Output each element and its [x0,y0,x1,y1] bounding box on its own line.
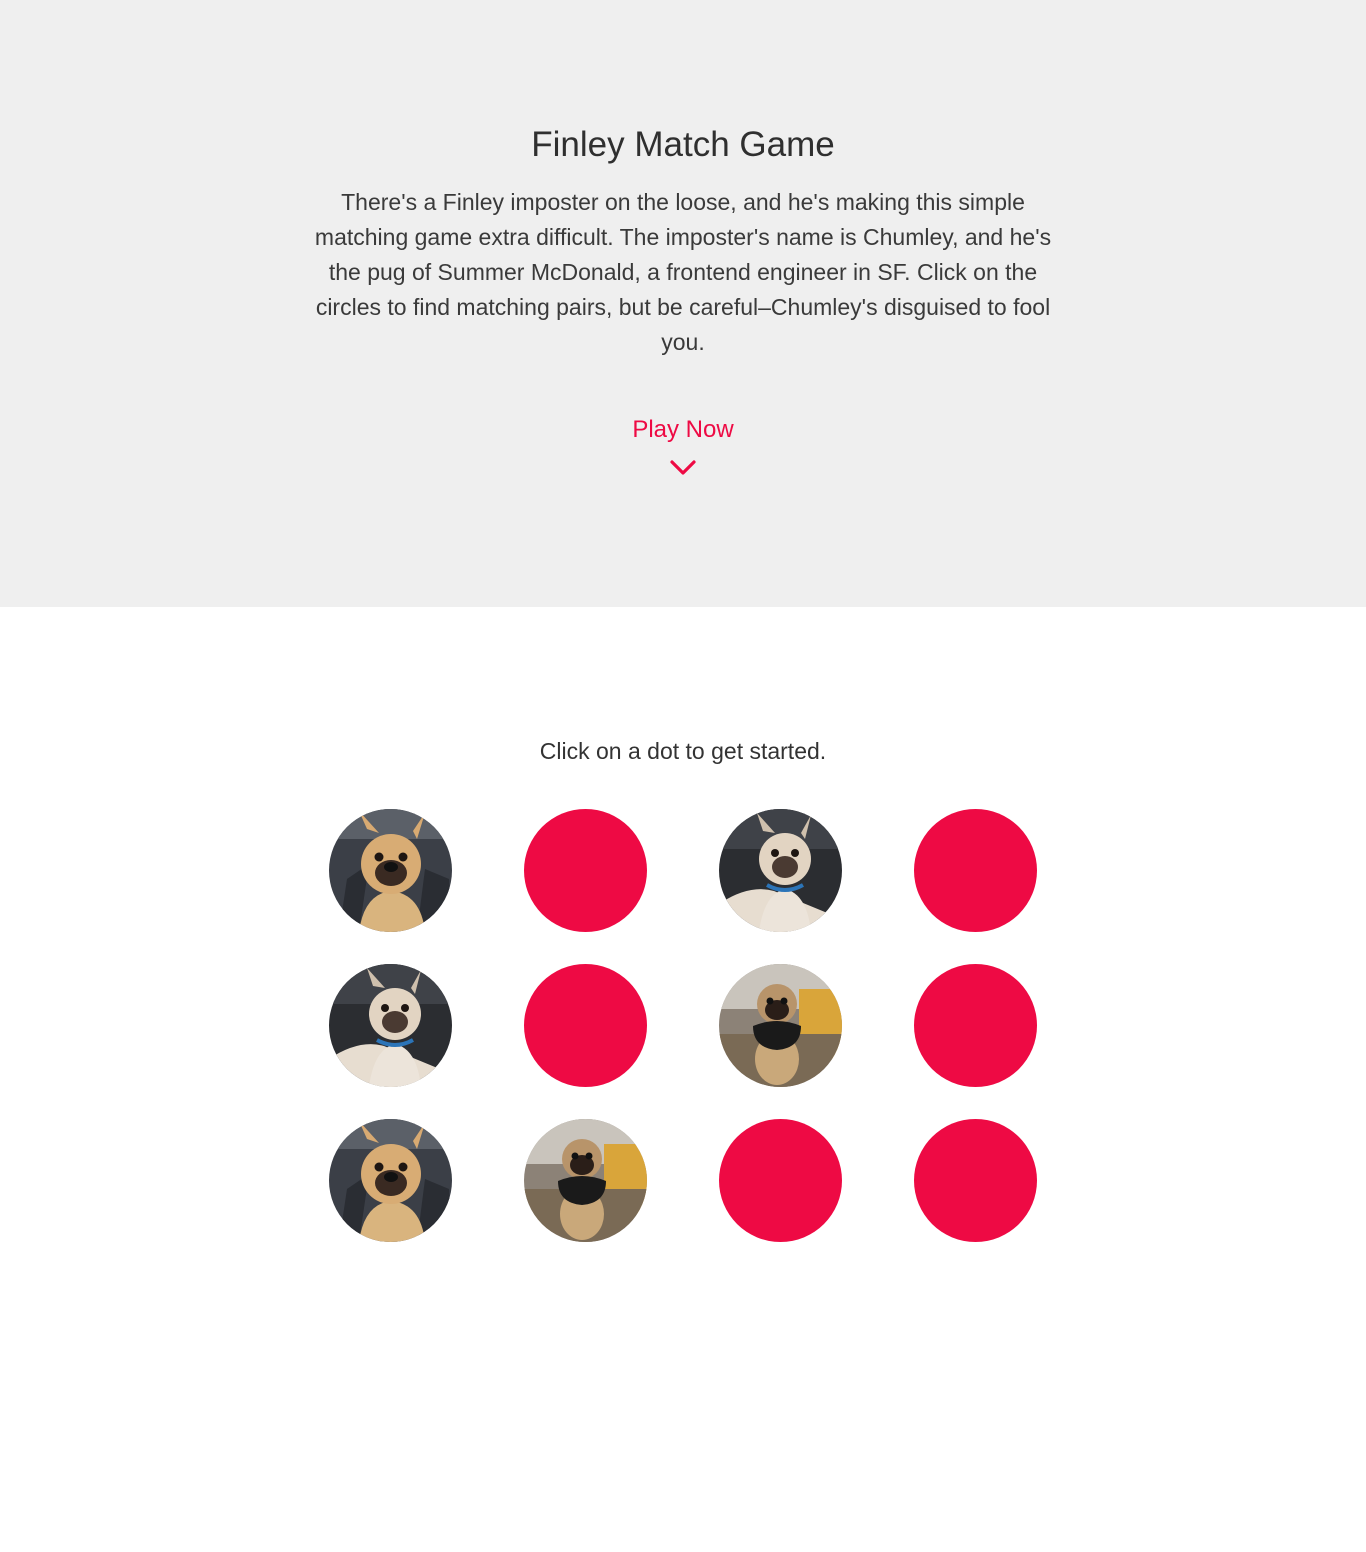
dot-9[interactable] [329,1119,452,1242]
finley-lounging-photo [329,964,452,1087]
dot-10[interactable] [524,1119,647,1242]
play-now-link[interactable]: Play Now [583,412,783,448]
finley-lounging-photo [719,809,842,932]
dot-12[interactable] [914,1119,1037,1242]
finley-closeup-photo [329,1119,452,1242]
dot-4[interactable] [914,809,1037,932]
dot-6[interactable] [524,964,647,1087]
game-instructions: Click on a dot to get started. [539,738,827,764]
game-description: There's a Finley imposter on the loose, … [314,189,1052,355]
dot-8[interactable] [914,964,1037,1087]
page-title: Finley Match Game [531,125,835,164]
dot-11[interactable] [719,1119,842,1242]
dot-5[interactable] [329,964,452,1087]
chumley-pug-photo [524,1119,647,1242]
finley-closeup-photo [329,809,452,932]
dot-7[interactable] [719,964,842,1087]
dot-1[interactable] [329,809,452,932]
hero-section: Finley Match Game There's a Finley impos… [0,0,1366,607]
dot-2[interactable] [524,809,647,932]
chevron-down-icon[interactable] [668,456,698,478]
chumley-pug-photo [719,964,842,1087]
dot-3[interactable] [719,809,842,932]
